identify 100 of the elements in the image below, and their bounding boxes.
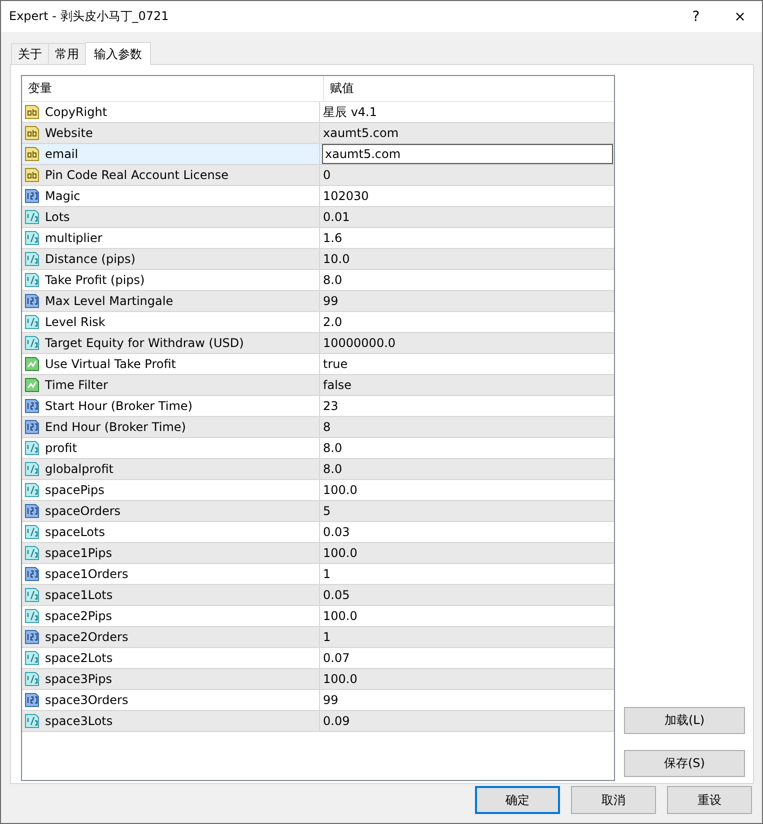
dialog-button[interactable]: 重设 <box>667 786 752 814</box>
parameter-value: 0.05 <box>322 587 351 604</box>
parameter-value: 2.0 <box>322 314 344 331</box>
fraction-type-icon <box>24 482 40 498</box>
parameter-row[interactable]: space2Orders 1 <box>22 627 614 648</box>
fraction-type-icon <box>24 314 40 330</box>
parameter-row[interactable]: spacePips 100.0 <box>22 480 614 501</box>
parameter-row[interactable]: Take Profit (pips) 8.0 <box>22 270 614 291</box>
fraction-type-icon <box>24 608 40 624</box>
integer-type-icon <box>24 629 40 645</box>
parameter-row[interactable]: Target Equity for Withdraw (USD) 10000000.0 <box>22 333 614 354</box>
parameter-name: globalprofit <box>45 462 114 476</box>
parameter-name: Take Profit (pips) <box>45 273 145 287</box>
parameter-row[interactable]: Magic 102030 <box>22 186 614 207</box>
parameter-row[interactable]: Website xaumt5.com <box>22 123 614 144</box>
parameter-row[interactable]: Level Risk 2.0 <box>22 312 614 333</box>
parameter-row[interactable]: Start Hour (Broker Time) 23 <box>22 396 614 417</box>
column-header: 赋值 <box>329 80 355 97</box>
fraction-type-icon <box>24 209 40 225</box>
parameter-name: Target Equity for Withdraw (USD) <box>45 336 244 350</box>
parameter-value: 0.03 <box>322 524 351 541</box>
parameter-row[interactable]: spaceLots 0.03 <box>22 522 614 543</box>
integer-type-icon <box>24 566 40 582</box>
fraction-type-icon <box>24 671 40 687</box>
dialog-button[interactable]: 取消 <box>571 786 656 814</box>
parameter-name: space3Orders <box>45 693 128 707</box>
dialog-button[interactable]: 确定 <box>475 786 560 814</box>
toggle-type-icon <box>24 356 40 372</box>
parameter-name: Distance (pips) <box>45 252 136 266</box>
parameter-value: 99 <box>322 293 340 310</box>
parameter-row[interactable]: space1Orders 1 <box>22 564 614 585</box>
parameter-value: 8 <box>322 419 332 436</box>
parameter-row[interactable]: Lots 0.01 <box>22 207 614 228</box>
parameter-value: true <box>322 356 349 373</box>
parameter-row[interactable]: Pin Code Real Account License 0 <box>22 165 614 186</box>
parameter-value: 99 <box>322 692 340 709</box>
parameter-row[interactable]: Use Virtual Take Profit true <box>22 354 614 375</box>
parameter-row[interactable]: space3Orders 99 <box>22 690 614 711</box>
parameter-row[interactable]: CopyRight 星辰 v4.1 <box>22 102 614 123</box>
parameter-name: Use Virtual Take Profit <box>45 357 176 371</box>
save-button[interactable]: 保存(S) <box>624 750 745 777</box>
fraction-type-icon <box>24 440 40 456</box>
parameter-row[interactable]: space1Lots 0.05 <box>22 585 614 606</box>
parameter-value: 23 <box>322 398 340 415</box>
tab[interactable]: 关于 <box>11 43 49 64</box>
fraction-type-icon <box>24 461 40 477</box>
fraction-type-icon <box>24 650 40 666</box>
parameter-row[interactable]: space2Pips 100.0 <box>22 606 614 627</box>
parameter-name: space1Lots <box>45 588 113 602</box>
toggle-type-icon <box>24 377 40 393</box>
parameter-name: CopyRight <box>45 105 108 119</box>
tab[interactable]: 输入参数 <box>85 42 151 65</box>
parameter-value: 8.0 <box>322 272 344 289</box>
parameter-name: spaceOrders <box>45 504 121 518</box>
load-button[interactable]: 加载(L) <box>624 707 745 734</box>
parameter-row[interactable]: Max Level Martingale 99 <box>22 291 614 312</box>
parameter-row[interactable]: spaceOrders 5 <box>22 501 614 522</box>
integer-type-icon <box>24 503 40 519</box>
parameter-name: space2Orders <box>45 630 128 644</box>
parameter-value: 100.0 <box>322 482 358 499</box>
parameter-row[interactable]: space1Pips 100.0 <box>22 543 614 564</box>
parameter-row[interactable]: space3Pips 100.0 <box>22 669 614 690</box>
text-type-icon <box>24 146 40 162</box>
fraction-type-icon <box>24 524 40 540</box>
text-type-icon <box>24 125 40 141</box>
parameter-row[interactable]: space2Lots 0.07 <box>22 648 614 669</box>
parameter-value: 102030 <box>322 188 370 205</box>
integer-type-icon <box>24 398 40 414</box>
parameter-row[interactable]: email xaumt5.com <box>22 144 614 165</box>
parameter-name: space2Lots <box>45 651 113 665</box>
integer-type-icon <box>24 692 40 708</box>
text-type-icon <box>24 167 40 183</box>
parameter-row[interactable]: globalprofit 8.0 <box>22 459 614 480</box>
value-input-field[interactable]: xaumt5.com <box>322 144 613 164</box>
fraction-type-icon <box>24 230 40 246</box>
parameter-name: space3Lots <box>45 714 113 728</box>
parameter-row[interactable]: multiplier 1.6 <box>22 228 614 249</box>
parameter-row[interactable]: Time Filter false <box>22 375 614 396</box>
parameter-name: spacePips <box>45 483 104 497</box>
parameter-name: space1Pips <box>45 546 112 560</box>
parameter-row[interactable]: Distance (pips) 10.0 <box>22 249 614 270</box>
parameter-name: Website <box>45 126 93 140</box>
parameter-value: 0 <box>322 167 332 184</box>
parameter-name: Pin Code Real Account License <box>45 168 228 182</box>
parameter-value: 5 <box>322 503 332 520</box>
parameter-value: 1.6 <box>322 230 344 247</box>
fraction-type-icon <box>24 251 40 267</box>
fraction-type-icon <box>24 335 40 351</box>
window-title: Expert - 剥头皮小马丁_0721 <box>9 8 170 25</box>
parameter-value: 0.07 <box>322 650 351 667</box>
parameter-row[interactable]: space3Lots 0.09 <box>22 711 614 732</box>
parameter-row[interactable]: profit 8.0 <box>22 438 614 459</box>
parameter-name: Time Filter <box>45 378 108 392</box>
help-button[interactable]: ? <box>674 1 718 32</box>
parameter-name: Level Risk <box>45 315 106 329</box>
close-button[interactable]: × <box>718 1 762 32</box>
parameter-name: Max Level Martingale <box>45 294 174 308</box>
parameter-row[interactable]: End Hour (Broker Time) 8 <box>22 417 614 438</box>
fraction-type-icon <box>24 545 40 561</box>
parameter-name: multiplier <box>45 231 102 245</box>
